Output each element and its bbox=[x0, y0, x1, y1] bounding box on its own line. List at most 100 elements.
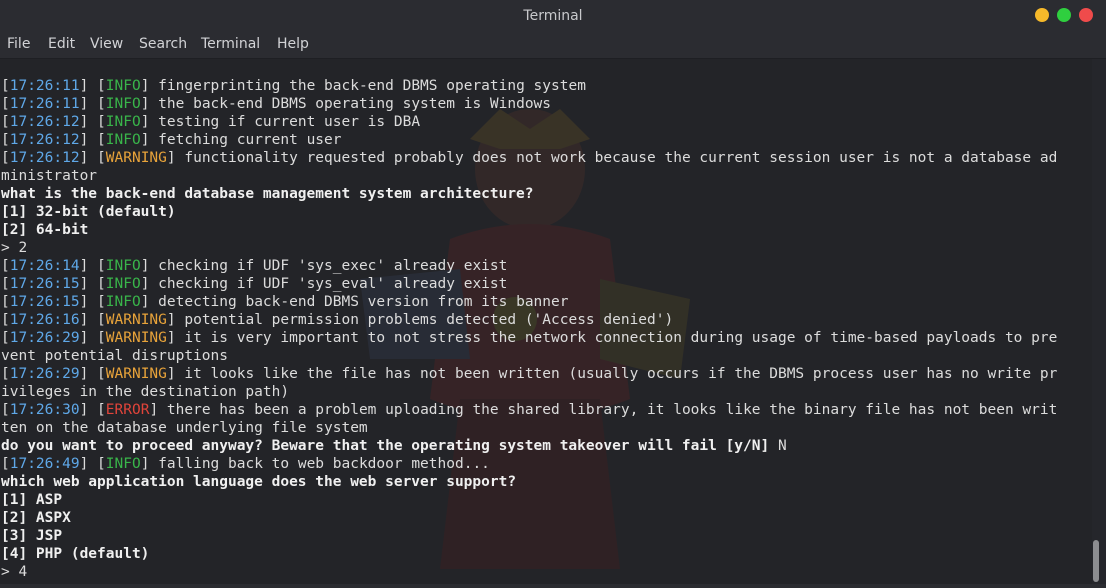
terminal-line: [17:26:14] [INFO] checking if UDF 'sys_e… bbox=[1, 257, 1057, 275]
window-title: Terminal bbox=[523, 8, 583, 24]
bracket: [ bbox=[1, 456, 10, 472]
scrollbar-track[interactable] bbox=[1092, 59, 1106, 584]
terminal-line: [17:26:11] [INFO] the back-end DBMS oper… bbox=[1, 95, 1057, 113]
terminal-text-line: ivileges in the destination path) bbox=[1, 384, 290, 400]
terminal-line: [17:26:29] [WARNING] it is very importan… bbox=[1, 329, 1057, 347]
terminal-text-line: > 2 bbox=[1, 240, 28, 256]
terminal-text-line: ten on the database underlying file syst… bbox=[1, 420, 368, 436]
bracket: ] [ bbox=[79, 366, 106, 382]
log-timestamp: 17:26:15 bbox=[9, 294, 80, 310]
menu-edit[interactable]: Edit bbox=[48, 36, 75, 52]
log-message: fingerprinting the back-end DBMS operati… bbox=[149, 78, 586, 94]
title-bar[interactable]: Terminal bbox=[0, 0, 1106, 32]
bracket: ] [ bbox=[79, 132, 106, 148]
bracket: [ bbox=[1, 276, 10, 292]
terminal-line: > 4 bbox=[1, 563, 1057, 581]
terminal-text-line: which web application language does the … bbox=[1, 474, 517, 490]
bracket: ] bbox=[166, 150, 176, 166]
bracket: ] bbox=[166, 330, 176, 346]
terminal-text-line: what is the back-end database management… bbox=[1, 186, 534, 202]
log-timestamp: 17:26:14 bbox=[9, 258, 80, 274]
bracket: ] [ bbox=[79, 96, 106, 112]
log-level: INFO bbox=[105, 276, 141, 292]
log-level: ERROR bbox=[105, 402, 150, 418]
user-answer: N bbox=[777, 438, 787, 454]
log-message: functionality requested probably does no… bbox=[175, 150, 1058, 166]
terminal-line: vent potential disruptions bbox=[1, 347, 1057, 365]
terminal-line: [2] ASPX bbox=[1, 509, 1057, 527]
terminal-line: [2] 64-bit bbox=[1, 221, 1057, 239]
log-message: checking if UDF 'sys_eval' already exist bbox=[149, 276, 508, 292]
terminal-text-line: [1] 32-bit (default) bbox=[1, 204, 176, 220]
log-level: INFO bbox=[105, 258, 141, 274]
bracket: ] bbox=[166, 366, 176, 382]
terminal-line: which web application language does the … bbox=[1, 473, 1057, 491]
terminal-text-line: [3] JSP bbox=[1, 528, 63, 544]
bracket: [ bbox=[1, 150, 10, 166]
log-level: WARNING bbox=[105, 330, 167, 346]
log-message: there has been a problem uploading the s… bbox=[158, 402, 1058, 418]
terminal-text-line: [2] ASPX bbox=[1, 510, 71, 526]
bracket: [ bbox=[1, 258, 10, 274]
bracket: [ bbox=[1, 96, 10, 112]
menu-search[interactable]: Search bbox=[139, 36, 187, 52]
menu-file[interactable]: File bbox=[7, 36, 30, 52]
terminal-text-line: [2] 64-bit bbox=[1, 222, 89, 238]
log-level: WARNING bbox=[105, 150, 167, 166]
terminal-line: ten on the database underlying file syst… bbox=[1, 419, 1057, 437]
log-timestamp: 17:26:12 bbox=[9, 150, 80, 166]
log-timestamp: 17:26:16 bbox=[9, 312, 80, 328]
menu-view[interactable]: View bbox=[90, 36, 123, 52]
scrollbar-thumb[interactable] bbox=[1093, 540, 1099, 582]
terminal-line: [17:26:15] [INFO] checking if UDF 'sys_e… bbox=[1, 275, 1057, 293]
log-timestamp: 17:26:12 bbox=[9, 114, 80, 130]
terminal-text: [17:26:11] [INFO] fingerprinting the bac… bbox=[1, 77, 1057, 581]
bracket: ] [ bbox=[79, 114, 106, 130]
bracket: [ bbox=[1, 402, 10, 418]
terminal-line: ministrator bbox=[1, 167, 1057, 185]
bracket: [ bbox=[1, 132, 10, 148]
log-timestamp: 17:26:11 bbox=[9, 96, 80, 112]
log-message: fetching current user bbox=[149, 132, 342, 148]
bracket: [ bbox=[1, 330, 10, 346]
bracket: [ bbox=[1, 294, 10, 310]
log-message: falling back to web backdoor method... bbox=[149, 456, 490, 472]
terminal-line: [17:26:11] [INFO] fingerprinting the bac… bbox=[1, 77, 1057, 95]
log-level: WARNING bbox=[105, 312, 167, 328]
terminal-line: [17:26:16] [WARNING] potential permissio… bbox=[1, 311, 1057, 329]
menu-help[interactable]: Help bbox=[277, 36, 309, 52]
log-level: WARNING bbox=[105, 366, 167, 382]
log-message: potential permission problems detected (… bbox=[175, 312, 674, 328]
log-timestamp: 17:26:29 bbox=[9, 366, 80, 382]
close-button[interactable] bbox=[1079, 8, 1093, 22]
log-timestamp: 17:26:29 bbox=[9, 330, 80, 346]
terminal-line: [3] JSP bbox=[1, 527, 1057, 545]
bracket: ] [ bbox=[79, 150, 106, 166]
terminal-text-line: ministrator bbox=[1, 168, 98, 184]
terminal-window: Terminal File Edit View Search Terminal … bbox=[0, 0, 1106, 588]
terminal-text-line: [1] ASP bbox=[1, 492, 63, 508]
terminal-line: [17:26:12] [INFO] fetching current user bbox=[1, 131, 1057, 149]
terminal-output[interactable]: [17:26:11] [INFO] fingerprinting the bac… bbox=[0, 59, 1092, 584]
maximize-button[interactable] bbox=[1057, 8, 1071, 22]
bracket: ] [ bbox=[79, 276, 106, 292]
bracket: ] [ bbox=[79, 312, 106, 328]
log-level: INFO bbox=[105, 114, 141, 130]
log-timestamp: 17:26:11 bbox=[9, 78, 80, 94]
terminal-line: ivileges in the destination path) bbox=[1, 383, 1057, 401]
window-bottom-edge bbox=[0, 584, 1106, 588]
bracket: ] [ bbox=[79, 456, 106, 472]
log-level: INFO bbox=[105, 96, 141, 112]
terminal-line: [1] ASP bbox=[1, 491, 1057, 509]
bracket: ] [ bbox=[79, 402, 106, 418]
terminal-text-line: do you want to proceed anyway? Beware th… bbox=[1, 438, 778, 454]
terminal-text-line: > 4 bbox=[1, 564, 28, 580]
bracket: ] bbox=[166, 312, 176, 328]
menu-terminal[interactable]: Terminal bbox=[201, 36, 260, 52]
log-level: INFO bbox=[105, 78, 141, 94]
terminal-line: [17:26:30] [ERROR] there has been a prob… bbox=[1, 401, 1057, 419]
log-timestamp: 17:26:49 bbox=[9, 456, 80, 472]
log-timestamp: 17:26:12 bbox=[9, 132, 80, 148]
minimize-button[interactable] bbox=[1035, 8, 1049, 22]
bracket: [ bbox=[1, 78, 10, 94]
